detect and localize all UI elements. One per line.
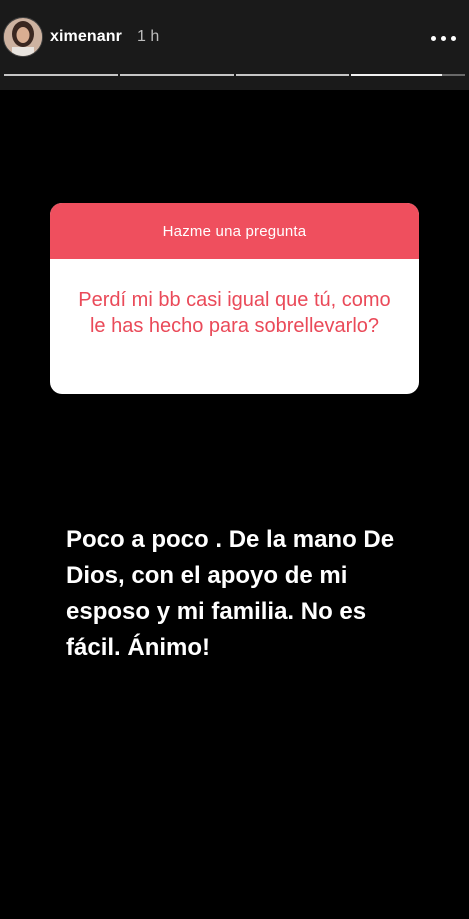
progress-segment bbox=[235, 74, 350, 76]
progress-segment-fill bbox=[351, 74, 443, 76]
question-sticker: Hazme una pregunta Perdí mi bb casi igua… bbox=[50, 203, 419, 394]
progress-segment bbox=[351, 74, 465, 76]
dot bbox=[440, 35, 446, 41]
answer-text: Poco a poco . De la mano De Dios, con el… bbox=[66, 526, 395, 661]
story-top-bar: ximenanr 1 h bbox=[0, 0, 469, 90]
progress-segment bbox=[4, 74, 118, 76]
avatar[interactable] bbox=[3, 17, 43, 57]
more-options-icon[interactable] bbox=[423, 24, 463, 52]
avatar-image bbox=[4, 18, 42, 56]
progress-segment bbox=[119, 74, 234, 76]
username[interactable]: ximenanr bbox=[50, 28, 122, 46]
story-timestamp: 1 h bbox=[137, 28, 160, 45]
story-viewer[interactable]: ximenanr 1 h Hazme una pregunta Perdí mi… bbox=[0, 0, 469, 919]
question-text: Perdí mi bb casi igual que tú, como le h… bbox=[78, 289, 391, 337]
story-progress-bar bbox=[4, 74, 465, 77]
question-sticker-header: Hazme una pregunta bbox=[50, 203, 419, 259]
story-header: ximenanr 1 h bbox=[0, 16, 469, 62]
dot bbox=[450, 35, 456, 41]
dot bbox=[430, 35, 436, 41]
